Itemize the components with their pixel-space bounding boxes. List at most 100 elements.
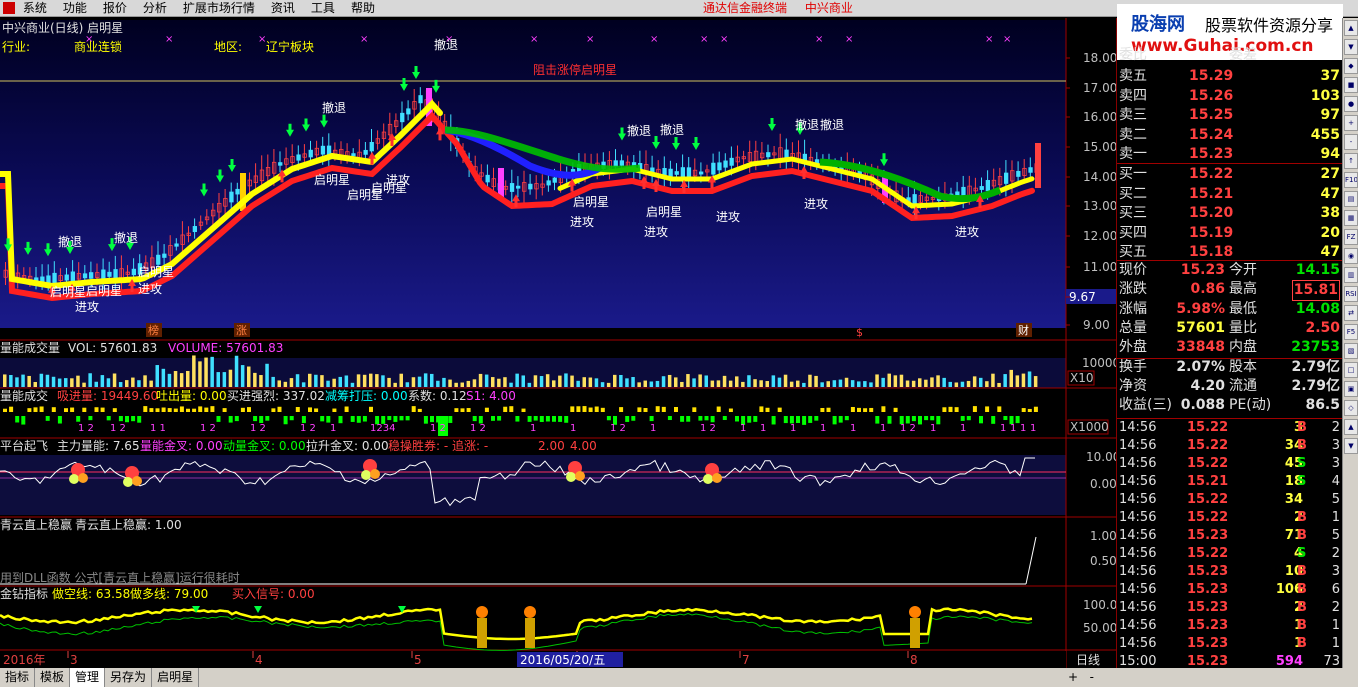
bid-row[interactable]: 买一 15.22 27 bbox=[1117, 165, 1343, 184]
energy-digit: 1 2 bbox=[700, 423, 716, 434]
volume-bar bbox=[460, 382, 464, 387]
volume-bar bbox=[759, 380, 763, 387]
toolbar-button-6[interactable]: - bbox=[1344, 134, 1358, 150]
energy-bar-down bbox=[430, 416, 434, 423]
toolbar-button-21[interactable]: ▲ bbox=[1344, 419, 1358, 435]
energy-bar-down bbox=[137, 416, 142, 423]
toolbar-button-14[interactable]: RSI bbox=[1344, 286, 1358, 302]
bottom-tab-3[interactable]: 另存为 bbox=[105, 668, 153, 687]
toolbar-button-5[interactable]: + bbox=[1344, 115, 1358, 131]
toolbar-button-18[interactable]: □ bbox=[1344, 362, 1358, 378]
tick-row[interactable]: 14:56 15.22 4 S 2 bbox=[1117, 545, 1343, 563]
energy-bar-up bbox=[100, 407, 105, 412]
toolbar-button-10[interactable]: ▦ bbox=[1344, 210, 1358, 226]
toolbar-button-1[interactable]: ▼ bbox=[1344, 39, 1358, 55]
energy-bar-down bbox=[387, 416, 392, 421]
toolbar-button-4[interactable]: ● bbox=[1344, 96, 1358, 112]
bottom-tab-2[interactable]: 管理 bbox=[70, 668, 106, 687]
tick-row[interactable]: 14:56 15.22 45 S 3 bbox=[1117, 455, 1343, 473]
bottom-tab-0[interactable]: 指标 bbox=[0, 668, 36, 687]
stat-value-2: 2.50 bbox=[1305, 319, 1340, 336]
chart-area[interactable]: 18.00 17.00 16.00 15.00 14.00 13.00 12.00 11.00… bbox=[0, 18, 1116, 668]
toolbar-button-17[interactable]: ▧ bbox=[1344, 343, 1358, 359]
tick-side: B bbox=[1297, 420, 1307, 435]
menu-item-6[interactable]: 工具 bbox=[311, 0, 335, 17]
tick-row[interactable]: 14:56 15.22 34 5 bbox=[1117, 491, 1343, 509]
volume-bar bbox=[930, 377, 934, 387]
toolbar-button-22[interactable]: ▼ bbox=[1344, 438, 1358, 454]
menu-item-1[interactable]: 功能 bbox=[63, 0, 87, 17]
app-icon[interactable] bbox=[3, 1, 15, 14]
tick-row[interactable]: 14:56 15.23 1 B 1 bbox=[1117, 635, 1343, 653]
ask-row[interactable]: 卖四 15.26 103 bbox=[1117, 87, 1343, 106]
toolbar-button-7[interactable]: ↑ bbox=[1344, 153, 1358, 169]
tick-row[interactable]: 14:56 15.22 2 B 1 bbox=[1117, 509, 1343, 527]
toolbar-button-12[interactable]: ◉ bbox=[1344, 248, 1358, 264]
axis-label: 4 bbox=[255, 653, 263, 667]
marker-bang: 榜 bbox=[148, 323, 159, 337]
tick-count: 3 bbox=[1331, 438, 1340, 453]
toolbar-button-11[interactable]: FZ bbox=[1344, 229, 1358, 245]
volume-bar bbox=[570, 375, 574, 387]
zoom-out-button[interactable]: - bbox=[1090, 668, 1094, 687]
top-marker-icon: × bbox=[985, 34, 993, 45]
toolbar-button-20[interactable]: ◇ bbox=[1344, 400, 1358, 416]
bid-row[interactable]: 买四 15.19 20 bbox=[1117, 224, 1343, 243]
bottom-tab-1[interactable]: 模板 bbox=[35, 668, 71, 687]
volume-bar bbox=[808, 374, 812, 387]
menu-item-4[interactable]: 扩展市场行情 bbox=[183, 0, 255, 17]
menu-item-2[interactable]: 报价 bbox=[103, 0, 127, 17]
menu-item-3[interactable]: 分析 bbox=[143, 0, 167, 17]
bid-row[interactable]: 买三 15.20 38 bbox=[1117, 204, 1343, 223]
tick-row[interactable]: 14:56 15.22 3 B 2 bbox=[1117, 419, 1343, 437]
energy-bar-up bbox=[308, 407, 312, 412]
order-volume: 97 bbox=[1320, 107, 1340, 123]
zoom-in-button[interactable]: + bbox=[1068, 668, 1078, 687]
volume-bar bbox=[625, 378, 629, 387]
ask-row[interactable]: 卖二 15.24 455 bbox=[1117, 126, 1343, 145]
toolbar-button-9[interactable]: ▤ bbox=[1344, 191, 1358, 207]
menu-item-0[interactable]: 系统 bbox=[23, 0, 47, 17]
bottom-tab-4[interactable]: 启明星 bbox=[152, 668, 200, 687]
toolbar-button-2[interactable]: ◆ bbox=[1344, 58, 1358, 74]
toolbar-button-19[interactable]: ▣ bbox=[1344, 381, 1358, 397]
tick-row[interactable]: 15:00 15.23 594 73 bbox=[1117, 653, 1343, 671]
tick-row[interactable]: 14:56 15.23 71 B 5 bbox=[1117, 527, 1343, 545]
axis-label: 日线 bbox=[1076, 653, 1100, 667]
stat-label-2: 股本 bbox=[1229, 358, 1257, 375]
menu-item-7[interactable]: 帮助 bbox=[351, 0, 375, 17]
tick-side: S bbox=[1297, 474, 1307, 489]
signal-label-attack: 进攻 bbox=[138, 282, 162, 296]
ask-row[interactable]: 卖一 15.23 94 bbox=[1117, 145, 1343, 164]
industry-value: 商业连锁 bbox=[74, 40, 123, 54]
qingyun-value-label: 青云直上稳赢: 1.00 bbox=[75, 518, 182, 532]
ask-row[interactable]: 卖五 15.29 37 bbox=[1117, 67, 1343, 86]
order-label: 买二 bbox=[1119, 185, 1147, 202]
tick-row[interactable]: 14:56 15.23 106 B 6 bbox=[1117, 581, 1343, 599]
toolbar-button-8[interactable]: F10 bbox=[1344, 172, 1358, 188]
volume-label: VOLUME: 57601.83 bbox=[168, 341, 284, 355]
toolbar-button-16[interactable]: F5 bbox=[1344, 324, 1358, 340]
tick-row[interactable]: 14:56 15.23 10 B 3 bbox=[1117, 563, 1343, 581]
toolbar-button-3[interactable]: ■ bbox=[1344, 77, 1358, 93]
ask-row[interactable]: 卖三 15.25 97 bbox=[1117, 106, 1343, 125]
tick-row[interactable]: 14:56 15.23 1 B 1 bbox=[1117, 617, 1343, 635]
menu-item-5[interactable]: 资讯 bbox=[271, 0, 295, 17]
bid-row[interactable]: 买二 15.21 47 bbox=[1117, 185, 1343, 204]
toolbar-button-0[interactable]: ▲ bbox=[1344, 20, 1358, 36]
right-toolbar: ▲ ▼ ◆ ■ ● + - ↑ F10 ▤ ▦ FZ ◉ ▥ RSI ⇄ F5 ▧ □ ▣ ◇ ▲ ▼ bbox=[1342, 18, 1358, 668]
toolbar-button-13[interactable]: ▥ bbox=[1344, 267, 1358, 283]
energy-bar-down bbox=[722, 416, 727, 421]
toolbar-button-15[interactable]: ⇄ bbox=[1344, 305, 1358, 321]
energy-bar-up bbox=[9, 406, 14, 412]
tick-row[interactable]: 14:56 15.21 18 S 4 bbox=[1117, 473, 1343, 491]
tick-row[interactable]: 14:56 15.23 2 B 2 bbox=[1117, 599, 1343, 617]
energy-bar-down bbox=[497, 416, 502, 421]
price-axis-label: 17.00 bbox=[1083, 81, 1116, 95]
candle-body bbox=[113, 269, 118, 279]
stat-label-2: 量比 bbox=[1229, 319, 1257, 336]
energy-bar-down bbox=[253, 416, 258, 422]
energy-bar-down bbox=[15, 416, 20, 423]
candle-body bbox=[296, 154, 301, 161]
tick-row[interactable]: 14:56 15.22 34 B 3 bbox=[1117, 437, 1343, 455]
